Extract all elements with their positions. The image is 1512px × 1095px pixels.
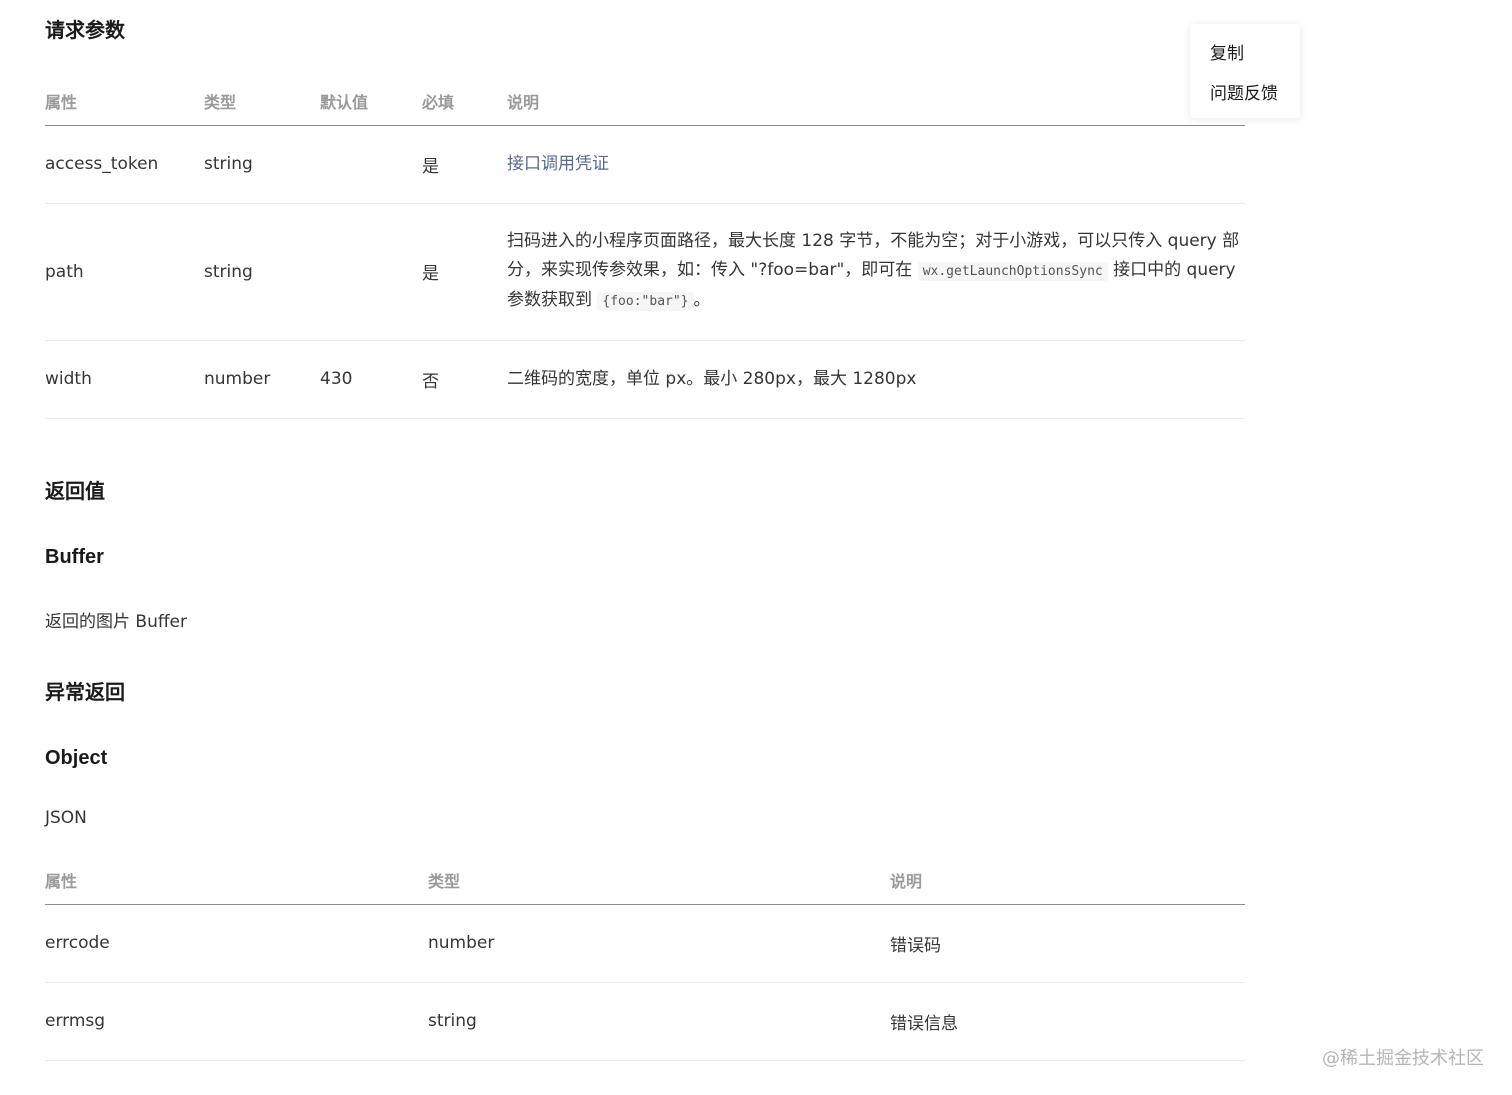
inline-code: wx.getLaunchOptionsSync [917, 262, 1108, 281]
field-description: 错误码 [890, 904, 1245, 983]
header-attribute: 属性 [45, 78, 204, 126]
field-type: number [428, 904, 890, 983]
table-row: errcode number 错误码 [45, 904, 1245, 983]
watermark: @稀土掘金技术社区 [1322, 1048, 1484, 1069]
error-format-text: JSON [45, 808, 87, 828]
param-name: width [45, 340, 204, 419]
table-row: access_token string 是 接口调用凭证 [45, 125, 1245, 204]
section-title-error-return: 异常返回 [45, 680, 125, 704]
header-description: 说明 [890, 857, 1245, 905]
request-params-table: 属性 类型 默认值 必填 说明 access_token string 是 接口… [45, 78, 1245, 419]
error-type-title: Object [45, 747, 108, 769]
field-name: errcode [45, 904, 428, 983]
desc-text: 。 [693, 290, 711, 310]
table-row: width number 430 否 二维码的宽度，单位 px。最小 280px… [45, 340, 1245, 419]
return-description: 返回的图片 Buffer [45, 612, 188, 632]
header-type: 类型 [204, 78, 320, 126]
section-title-return-value: 返回值 [45, 479, 105, 503]
param-description: 接口调用凭证 [507, 125, 1245, 204]
error-return-table: 属性 类型 说明 errcode number 错误码 errmsg strin… [45, 857, 1245, 1061]
table-row: path string 是 扫码进入的小程序页面路径，最大长度 128 字节，不… [45, 203, 1245, 341]
param-required: 是 [422, 125, 507, 204]
copy-menu-item[interactable]: 复制 [1210, 39, 1244, 64]
table-header-row: 属性 类型 默认值 必填 说明 [45, 78, 1245, 126]
header-description: 说明 [507, 78, 1245, 126]
param-name: path [45, 203, 204, 341]
header-type: 类型 [428, 857, 890, 905]
param-default: 430 [320, 340, 422, 419]
return-type-title: Buffer [45, 546, 104, 568]
inline-code: {foo:"bar"} [597, 292, 694, 311]
table-row: errmsg string 错误信息 [45, 982, 1245, 1061]
param-description: 二维码的宽度，单位 px。最小 280px，最大 1280px [507, 340, 1245, 419]
param-default [320, 125, 422, 204]
param-type: number [204, 340, 320, 419]
param-required: 是 [422, 203, 507, 341]
table-header-row: 属性 类型 说明 [45, 857, 1245, 905]
field-type: string [428, 982, 890, 1061]
param-type: string [204, 203, 320, 341]
header-required: 必填 [422, 78, 507, 126]
access-token-link[interactable]: 接口调用凭证 [507, 154, 609, 174]
section-title-request-params: 请求参数 [45, 18, 125, 42]
param-type: string [204, 125, 320, 204]
param-required: 否 [422, 340, 507, 419]
page: 请求参数 属性 类型 默认值 必填 说明 access_token string [0, 0, 1512, 1095]
param-default [320, 203, 422, 341]
header-attribute: 属性 [45, 857, 428, 905]
param-name: access_token [45, 125, 204, 204]
feedback-menu-item[interactable]: 问题反馈 [1210, 79, 1278, 104]
context-popover: 复制 问题反馈 [1190, 24, 1300, 118]
field-name: errmsg [45, 982, 428, 1061]
header-default: 默认值 [320, 78, 422, 126]
field-description: 错误信息 [890, 982, 1245, 1061]
param-description: 扫码进入的小程序页面路径，最大长度 128 字节，不能为空；对于小游戏，可以只传… [507, 203, 1245, 341]
